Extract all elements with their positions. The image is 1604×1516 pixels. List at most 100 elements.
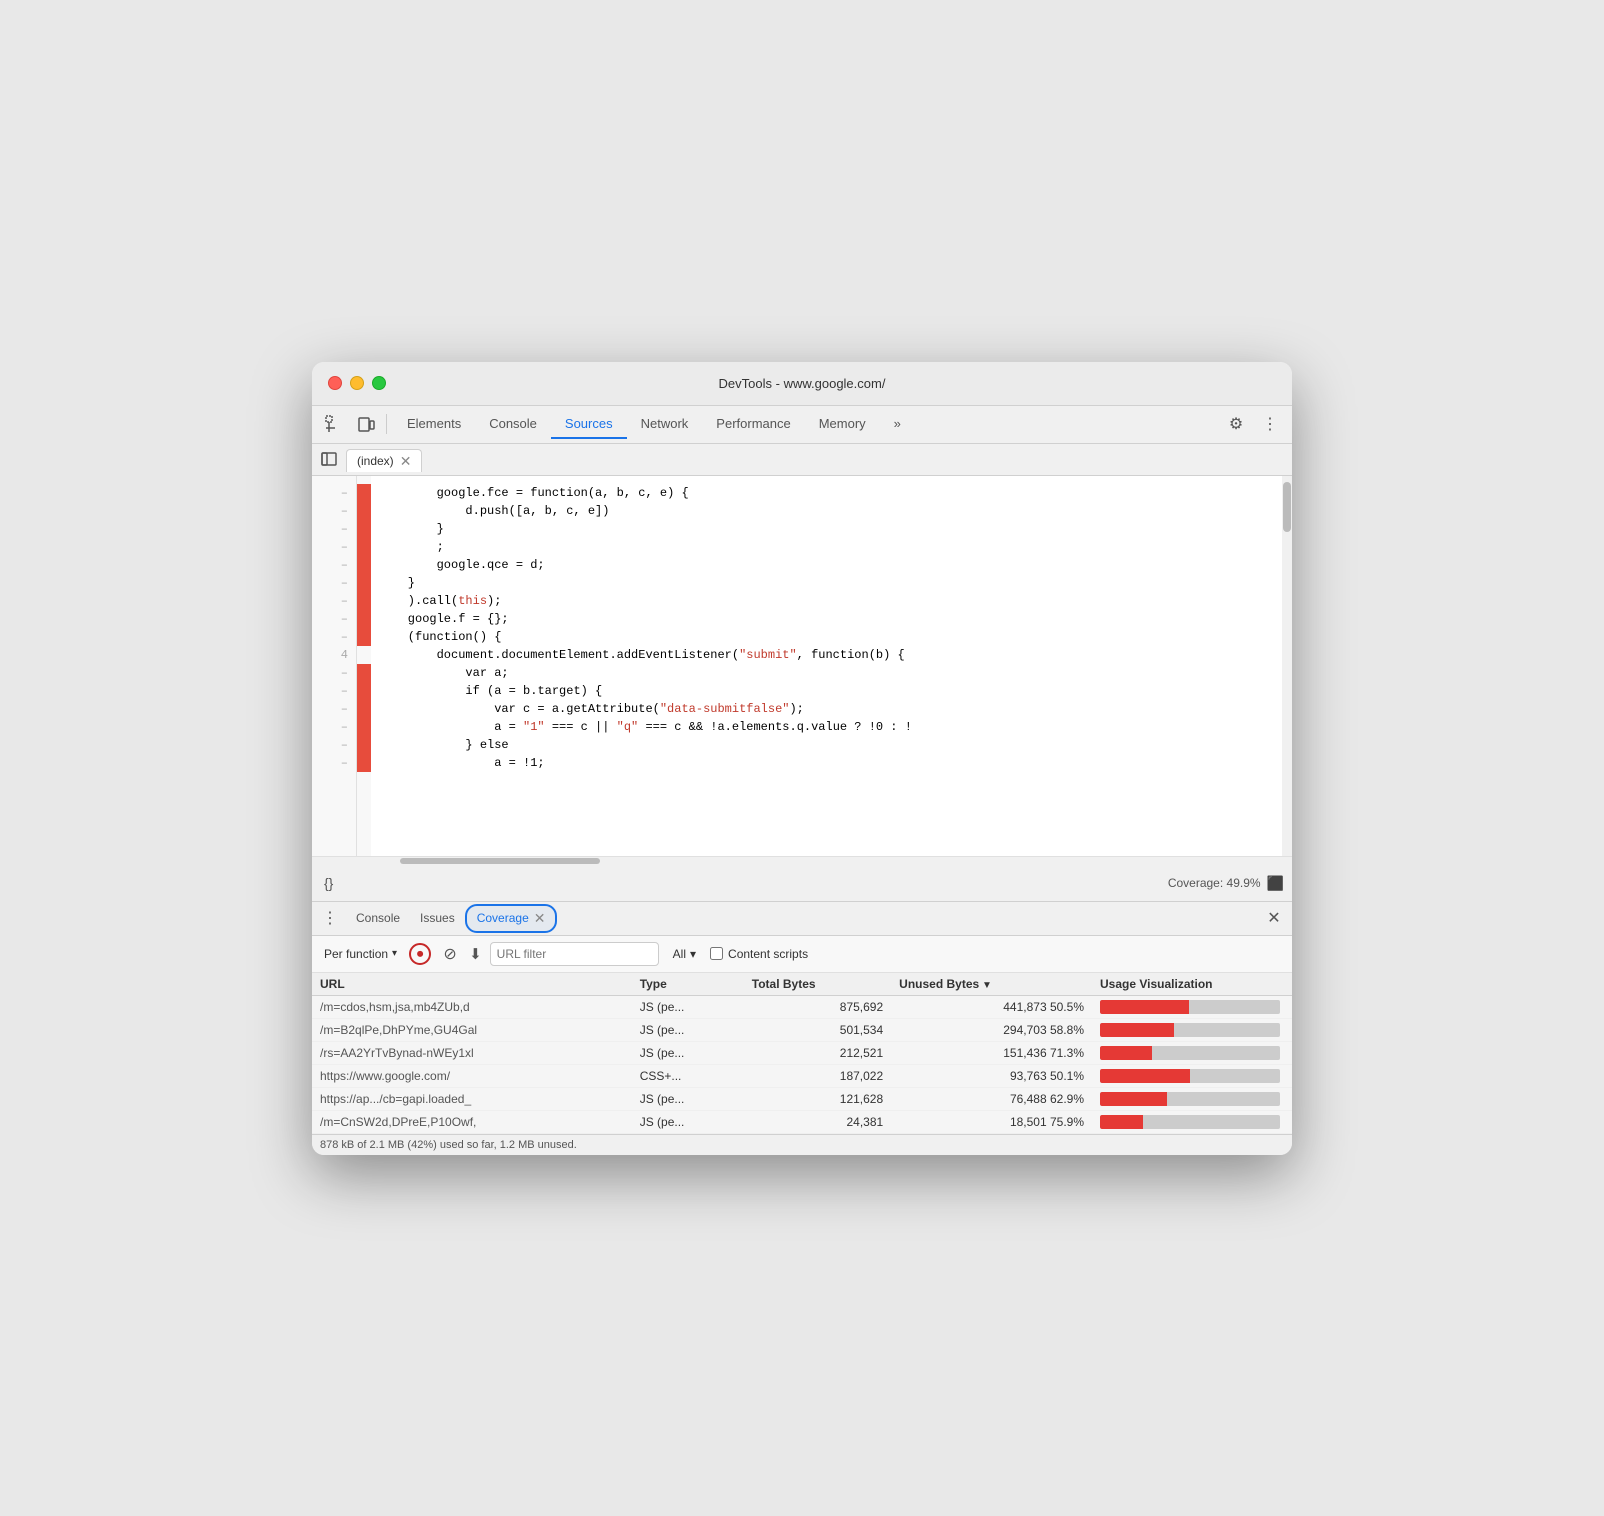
tab-memory[interactable]: Memory bbox=[805, 410, 880, 439]
coverage-table-container: URL Type Total Bytes Unused Bytes Usage … bbox=[312, 973, 1292, 1134]
tab-sources[interactable]: Sources bbox=[551, 410, 627, 439]
tab-more[interactable]: » bbox=[880, 410, 915, 439]
cell-url: /rs=AA2YrTvBynad-nWEy1xl bbox=[312, 1041, 632, 1064]
line-numbers: – – – – – – – – – 4 – – – – – – bbox=[312, 476, 357, 856]
cell-type: JS (pe... bbox=[632, 995, 744, 1018]
settings-icon[interactable]: ⚙ bbox=[1222, 410, 1250, 438]
all-filter-chevron-icon: ▾ bbox=[690, 947, 696, 961]
line-num-11: – bbox=[312, 664, 356, 682]
tab-issues[interactable]: Issues bbox=[410, 907, 465, 929]
col-unused-bytes[interactable]: Unused Bytes bbox=[891, 973, 1092, 996]
code-line-16: a = !1; bbox=[379, 754, 1292, 772]
sidebar-toggle-icon[interactable] bbox=[316, 446, 342, 472]
record-coverage-button[interactable]: ⏺ bbox=[409, 943, 431, 965]
content-scripts-checkbox-label[interactable]: Content scripts bbox=[710, 947, 808, 961]
line-num-10: 4 bbox=[312, 646, 356, 664]
content-scripts-checkbox[interactable] bbox=[710, 947, 723, 960]
tab-performance[interactable]: Performance bbox=[702, 410, 804, 439]
cell-usage-viz bbox=[1092, 1110, 1292, 1133]
more-options-icon[interactable]: ⋮ bbox=[1256, 410, 1284, 438]
line-num-3: – bbox=[312, 520, 356, 538]
code-line-5: google.qce = d; bbox=[379, 556, 1292, 574]
table-row[interactable]: /m=CnSW2d,DPreE,P10Owf,JS (pe...24,38118… bbox=[312, 1110, 1292, 1133]
cov-7 bbox=[357, 592, 371, 610]
cell-total-bytes: 121,628 bbox=[744, 1087, 891, 1110]
code-line-14: a = "1" === c || "q" === c && !a.element… bbox=[379, 718, 1292, 736]
horizontal-scrollbar[interactable] bbox=[312, 856, 1292, 866]
tab-coverage[interactable]: Coverage ✕ bbox=[465, 904, 558, 933]
table-row[interactable]: https://ap.../cb=gapi.loaded_JS (pe...12… bbox=[312, 1087, 1292, 1110]
h-scrollbar-thumb[interactable] bbox=[400, 858, 600, 864]
cell-unused-bytes: 151,436 71.3% bbox=[891, 1041, 1092, 1064]
code-line-9: (function() { bbox=[379, 628, 1292, 646]
table-header-row: URL Type Total Bytes Unused Bytes Usage … bbox=[312, 973, 1292, 996]
cov-13 bbox=[357, 700, 371, 718]
device-icon[interactable] bbox=[352, 410, 380, 438]
tab-menu-icon[interactable]: ⋮ bbox=[318, 906, 342, 930]
col-usage-viz: Usage Visualization bbox=[1092, 973, 1292, 996]
cov-2 bbox=[357, 502, 371, 520]
screenshot-icon[interactable]: ⬛ bbox=[1267, 875, 1284, 892]
cell-url: /m=cdos,hsm,jsa,mb4ZUb,d bbox=[312, 995, 632, 1018]
main-toolbar: Elements Console Sources Network Perform… bbox=[312, 406, 1292, 444]
cell-type: CSS+... bbox=[632, 1064, 744, 1087]
tab-console[interactable]: Console bbox=[346, 907, 410, 929]
cell-unused-bytes: 76,488 62.9% bbox=[891, 1087, 1092, 1110]
vertical-scrollbar[interactable] bbox=[1282, 476, 1292, 856]
status-bar: 878 kB of 2.1 MB (42%) used so far, 1.2 … bbox=[312, 1134, 1292, 1155]
all-filter-dropdown[interactable]: All ▾ bbox=[667, 945, 702, 963]
all-filter-label: All bbox=[673, 947, 686, 961]
close-button[interactable] bbox=[328, 376, 342, 390]
tab-elements[interactable]: Elements bbox=[393, 410, 475, 439]
line-num-4: – bbox=[312, 538, 356, 556]
tab-console[interactable]: Console bbox=[475, 410, 551, 439]
table-row[interactable]: /m=B2qlPe,DhPYme,GU4GalJS (pe...501,5342… bbox=[312, 1018, 1292, 1041]
line-num-13: – bbox=[312, 700, 356, 718]
per-function-button[interactable]: Per function ▾ bbox=[320, 945, 401, 963]
file-tab-index[interactable]: (index) ✕ bbox=[346, 449, 422, 472]
cell-unused-bytes: 441,873 50.5% bbox=[891, 995, 1092, 1018]
bottom-toolbar: {} Coverage: 49.9% ⬛ bbox=[312, 866, 1292, 902]
col-type[interactable]: Type bbox=[632, 973, 744, 996]
col-total-bytes[interactable]: Total Bytes bbox=[744, 973, 891, 996]
cov-14 bbox=[357, 718, 371, 736]
code-line-1: google.fce = function(a, b, c, e) { bbox=[379, 484, 1292, 502]
url-filter-input[interactable] bbox=[490, 942, 659, 966]
cov-15 bbox=[357, 736, 371, 754]
cell-url: https://www.google.com/ bbox=[312, 1064, 632, 1087]
maximize-button[interactable] bbox=[372, 376, 386, 390]
table-row[interactable]: https://www.google.com/CSS+...187,02293,… bbox=[312, 1064, 1292, 1087]
clear-coverage-button[interactable]: ⊘ bbox=[439, 943, 461, 965]
inspect-icon[interactable] bbox=[320, 410, 348, 438]
scrollbar-thumb[interactable] bbox=[1283, 482, 1291, 532]
toolbar-separator bbox=[386, 414, 387, 434]
line-num-12: – bbox=[312, 682, 356, 700]
code-line-13: var c = a.getAttribute("data-submitfalse… bbox=[379, 700, 1292, 718]
file-tab-close-icon[interactable]: ✕ bbox=[400, 454, 412, 468]
close-all-tabs-icon[interactable]: ✕ bbox=[1262, 906, 1286, 930]
code-content[interactable]: google.fce = function(a, b, c, e) { d.pu… bbox=[371, 476, 1292, 856]
minimize-button[interactable] bbox=[350, 376, 364, 390]
cell-total-bytes: 187,022 bbox=[744, 1064, 891, 1087]
coverage-tab-close-icon[interactable]: ✕ bbox=[534, 910, 546, 927]
cell-unused-bytes: 93,763 50.1% bbox=[891, 1064, 1092, 1087]
download-coverage-button[interactable]: ⬇ bbox=[469, 945, 482, 963]
table-row[interactable]: /rs=AA2YrTvBynad-nWEy1xlJS (pe...212,521… bbox=[312, 1041, 1292, 1064]
cell-usage-viz bbox=[1092, 1041, 1292, 1064]
coverage-tab-label: Coverage bbox=[477, 911, 529, 925]
cov-6 bbox=[357, 574, 371, 592]
titlebar: DevTools - www.google.com/ bbox=[312, 362, 1292, 406]
coverage-pct-text: Coverage: 49.9% bbox=[1168, 876, 1261, 890]
code-line-7: ).call(this); bbox=[379, 592, 1292, 610]
tab-network[interactable]: Network bbox=[627, 410, 703, 439]
coverage-percentage: Coverage: 49.9% ⬛ bbox=[1168, 875, 1284, 892]
cell-usage-viz bbox=[1092, 1018, 1292, 1041]
table-row[interactable]: /m=cdos,hsm,jsa,mb4ZUb,dJS (pe...875,692… bbox=[312, 995, 1292, 1018]
code-line-2: d.push([a, b, c, e]) bbox=[379, 502, 1292, 520]
code-line-15: } else bbox=[379, 736, 1292, 754]
cell-usage-viz bbox=[1092, 995, 1292, 1018]
col-url[interactable]: URL bbox=[312, 973, 632, 996]
code-line-8: google.f = {}; bbox=[379, 610, 1292, 628]
toolbar-right-icons: ⚙ ⋮ bbox=[1222, 410, 1284, 438]
code-line-4: ; bbox=[379, 538, 1292, 556]
